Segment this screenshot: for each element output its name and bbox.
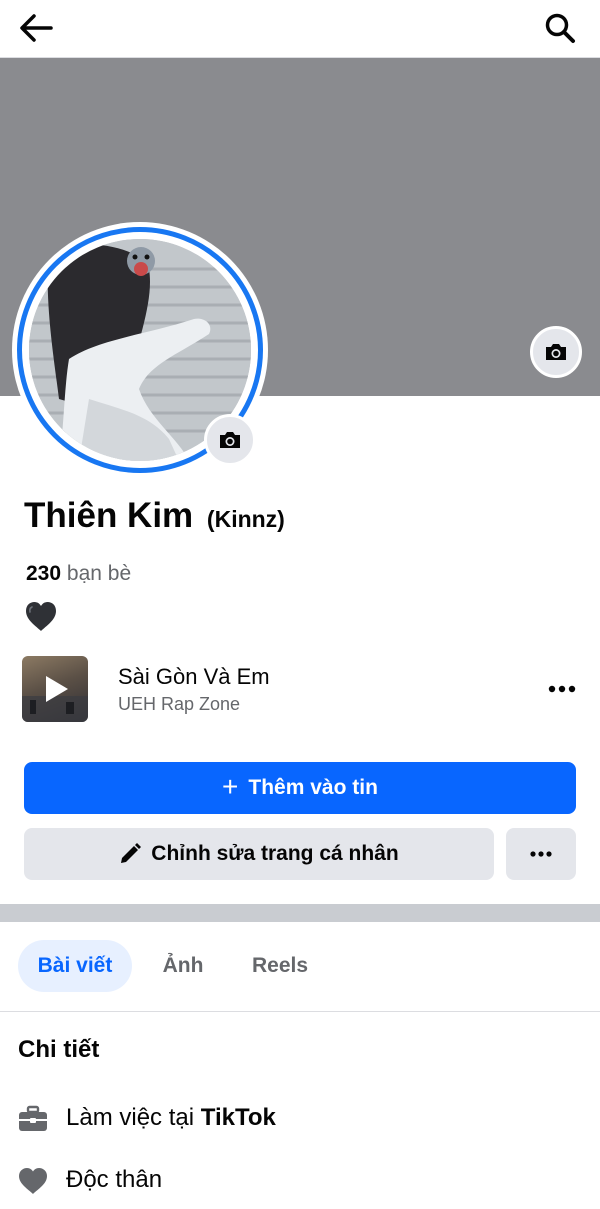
more-horizontal-icon xyxy=(530,851,552,857)
work-prefix: Làm việc tại xyxy=(66,1104,195,1131)
add-to-story-label: Thêm vào tin xyxy=(248,776,378,799)
arrow-left-icon xyxy=(20,14,53,42)
music-artist: UEH Rap Zone xyxy=(118,694,241,714)
search-button[interactable] xyxy=(540,8,580,48)
pencil-icon xyxy=(121,843,142,863)
search-icon xyxy=(545,13,575,43)
profile-music[interactable]: Sài Gòn Và Em UEH Rap Zone xyxy=(22,656,578,722)
detail-relationship: Độc thân xyxy=(18,1164,578,1200)
profile-name-text: Thiên Kim xyxy=(24,496,194,535)
work-place[interactable]: TikTok xyxy=(201,1104,276,1131)
music-options-button[interactable] xyxy=(546,674,578,704)
tab-posts[interactable]: Bài viết xyxy=(18,940,132,992)
black-heart-icon xyxy=(26,602,56,631)
music-title: Sài Gòn Và Em xyxy=(118,664,270,689)
profile-name: Thiên Kim (Kinnz) xyxy=(24,496,285,536)
briefcase-icon xyxy=(19,1105,47,1131)
back-button[interactable] xyxy=(16,8,56,48)
detail-work: Làm việc tại TikTok xyxy=(18,1102,578,1138)
music-thumbnail[interactable] xyxy=(22,656,88,722)
section-divider xyxy=(0,904,600,922)
camera-icon xyxy=(546,344,566,360)
more-horizontal-icon xyxy=(548,685,576,693)
friend-count-number: 230 xyxy=(26,562,62,585)
heart-icon xyxy=(19,1168,47,1194)
profile-more-button[interactable] xyxy=(506,828,576,880)
details-heading: Chi tiết xyxy=(18,1036,100,1063)
friend-count[interactable]: 230 bạn bè xyxy=(26,562,131,586)
edit-cover-button[interactable] xyxy=(530,326,582,378)
plus-icon: + xyxy=(222,770,239,802)
play-icon xyxy=(22,676,88,722)
friend-count-label: bạn bè xyxy=(66,562,132,585)
alternate-name: (Kinnz) xyxy=(206,506,285,532)
edit-avatar-button[interactable] xyxy=(204,414,256,466)
tab-photos[interactable]: Ảnh xyxy=(148,940,218,992)
relationship-status: Độc thân xyxy=(66,1166,163,1193)
camera-icon xyxy=(220,432,240,448)
profile-tabs: Bài viết Ảnh Reels xyxy=(0,922,600,1012)
edit-profile-label: Chỉnh sửa trang cá nhân xyxy=(151,842,399,865)
tab-reels[interactable]: Reels xyxy=(238,940,322,992)
add-to-story-button[interactable]: + Thêm vào tin xyxy=(24,762,576,814)
edit-profile-button[interactable]: Chỉnh sửa trang cá nhân xyxy=(24,828,494,880)
top-bar xyxy=(0,0,600,58)
